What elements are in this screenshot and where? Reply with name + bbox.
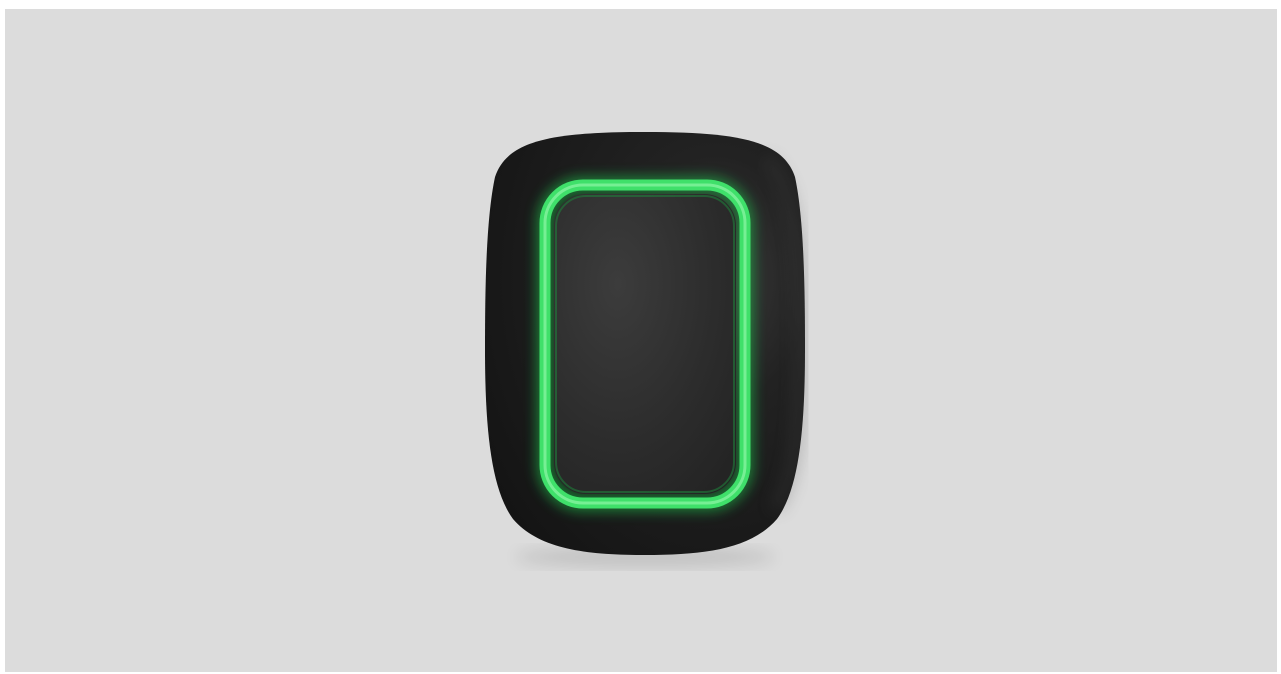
device-illustration — [485, 132, 807, 567]
photo-frame — [5, 9, 1277, 672]
button-face[interactable] — [554, 194, 736, 494]
